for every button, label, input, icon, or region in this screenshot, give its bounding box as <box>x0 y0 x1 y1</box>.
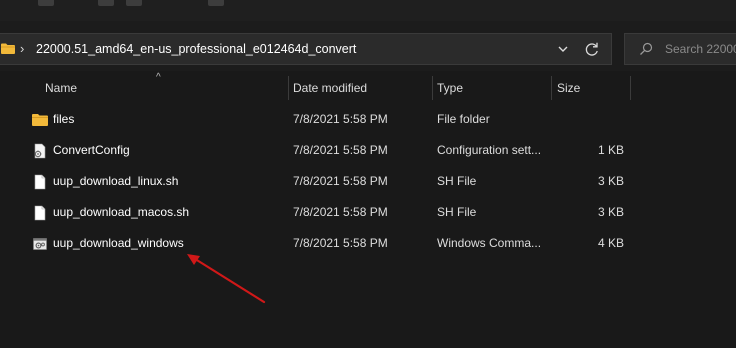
annotation-arrow <box>187 254 266 304</box>
